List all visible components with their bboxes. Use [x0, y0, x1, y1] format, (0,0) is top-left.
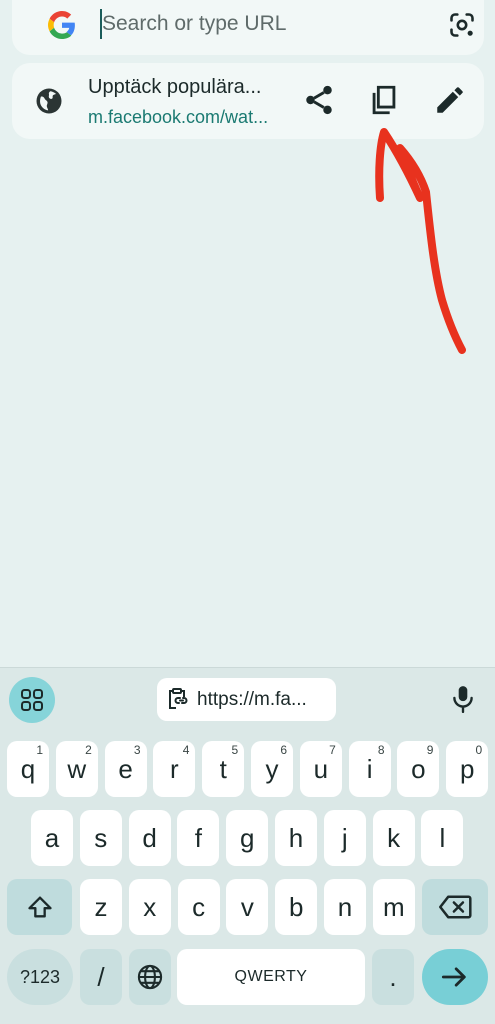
key-i[interactable]: i8 [348, 741, 391, 797]
symbols-key[interactable]: ?123 [7, 949, 73, 1005]
key-b[interactable]: b [275, 879, 318, 935]
key-u-label: u [313, 754, 329, 784]
key-m[interactable]: m [372, 879, 415, 935]
clipboard-chip-text: https://m.fa... [197, 689, 307, 710]
key-p-hint: 0 [475, 743, 483, 757]
key-slash-label: / [97, 962, 105, 992]
space-key[interactable]: QWERTY [177, 949, 365, 1005]
key-w-label: w [67, 754, 87, 784]
key-y-label: y [265, 754, 279, 784]
backspace-key[interactable] [422, 879, 488, 935]
copy-icon[interactable] [367, 83, 401, 117]
key-m-label: m [382, 892, 405, 922]
symbols-key-label: ?123 [19, 967, 61, 987]
key-i-label: i [366, 754, 373, 784]
key-w[interactable]: w2 [55, 741, 98, 797]
key-q[interactable]: q1 [7, 741, 49, 797]
suggestion-title: Upptäck populära... [88, 76, 262, 98]
key-q-hint: 1 [36, 743, 43, 757]
shift-icon [27, 896, 52, 918]
annotation-arrow [375, 128, 466, 354]
backspace-icon [439, 895, 472, 919]
arrow-right-icon [441, 967, 466, 987]
key-n[interactable]: n [324, 879, 366, 935]
key-z-label: z [94, 892, 108, 922]
key-k[interactable]: k [372, 810, 415, 866]
key-l-label: l [439, 823, 446, 853]
key-v-label: v [240, 892, 254, 922]
key-e-hint: 3 [133, 743, 141, 757]
omnibox[interactable]: Search or type URL [12, 0, 484, 55]
enter-key[interactable] [422, 949, 488, 1005]
key-c-label: c [192, 892, 206, 922]
key-u-hint: 7 [329, 743, 336, 757]
key-x[interactable]: x [128, 879, 171, 935]
key-w-hint: 2 [85, 743, 92, 757]
key-s-label: s [94, 823, 108, 853]
key-y[interactable]: y6 [251, 741, 293, 797]
key-f-label: f [194, 823, 202, 853]
key-o[interactable]: o9 [397, 741, 440, 797]
key-d[interactable]: d [128, 810, 171, 866]
key-x-label: x [143, 892, 157, 922]
key-q-label: q [20, 754, 36, 784]
suggestion-url: m.facebook.com/wat... [88, 107, 269, 127]
key-i-hint: 8 [377, 743, 385, 757]
key-g[interactable]: g [226, 810, 269, 866]
clipboard-link-icon [169, 688, 188, 709]
key-h[interactable]: h [275, 810, 317, 866]
key-period[interactable]: . [372, 949, 414, 1005]
space-key-label: QWERTY [234, 968, 308, 985]
globe-icon [36, 88, 62, 114]
google-g-icon [48, 11, 75, 39]
key-slash[interactable]: / [80, 949, 122, 1005]
soft-keyboard: https://m.fa... q1w2e3r4t5y6u7i8o9p0asdf… [0, 667, 495, 1024]
key-h-label: h [288, 823, 304, 853]
key-o-label: o [411, 754, 426, 784]
language-globe-icon [137, 964, 163, 990]
key-t-label: t [219, 754, 227, 784]
key-j-label: j [341, 823, 348, 853]
microphone-icon[interactable] [450, 685, 476, 713]
key-c[interactable]: c [177, 879, 220, 935]
key-k-label: k [387, 823, 401, 853]
share-icon[interactable] [302, 83, 336, 117]
key-period-label: . [389, 962, 397, 992]
key-s[interactable]: s [79, 810, 122, 866]
key-v[interactable]: v [226, 879, 269, 935]
search-input[interactable]: Search or type URL [102, 11, 286, 37]
clipboard-suggestion-chip[interactable]: https://m.fa... [157, 678, 336, 721]
key-t[interactable]: t5 [202, 741, 245, 797]
key-d-label: d [142, 823, 157, 853]
key-p[interactable]: p0 [446, 741, 489, 797]
key-u[interactable]: u7 [299, 741, 342, 797]
key-l[interactable]: l [421, 810, 464, 866]
shift-key[interactable] [7, 879, 72, 935]
edit-icon[interactable] [433, 83, 467, 117]
key-y-hint: 6 [280, 743, 287, 757]
key-g-label: g [239, 823, 255, 853]
keyboard-divider [0, 667, 495, 668]
key-n-label: n [337, 892, 353, 922]
google-lens-icon[interactable] [448, 11, 476, 39]
key-b-label: b [288, 892, 304, 922]
keyboard-apps-button[interactable] [9, 677, 55, 723]
key-p-label: p [459, 754, 475, 784]
key-a[interactable]: a [31, 810, 73, 866]
key-e-label: e [118, 754, 133, 784]
key-z[interactable]: z [80, 879, 122, 935]
key-r-hint: 4 [182, 743, 190, 757]
key-r-label: r [170, 754, 179, 784]
key-a-label: a [44, 823, 60, 853]
key-r[interactable]: r4 [153, 741, 196, 797]
key-j[interactable]: j [323, 810, 366, 866]
key-f[interactable]: f [177, 810, 220, 866]
language-key[interactable] [129, 949, 171, 1005]
key-e[interactable]: e3 [104, 741, 147, 797]
grid-icon [21, 689, 43, 711]
key-o-hint: 9 [426, 743, 434, 757]
key-t-hint: 5 [231, 743, 239, 757]
